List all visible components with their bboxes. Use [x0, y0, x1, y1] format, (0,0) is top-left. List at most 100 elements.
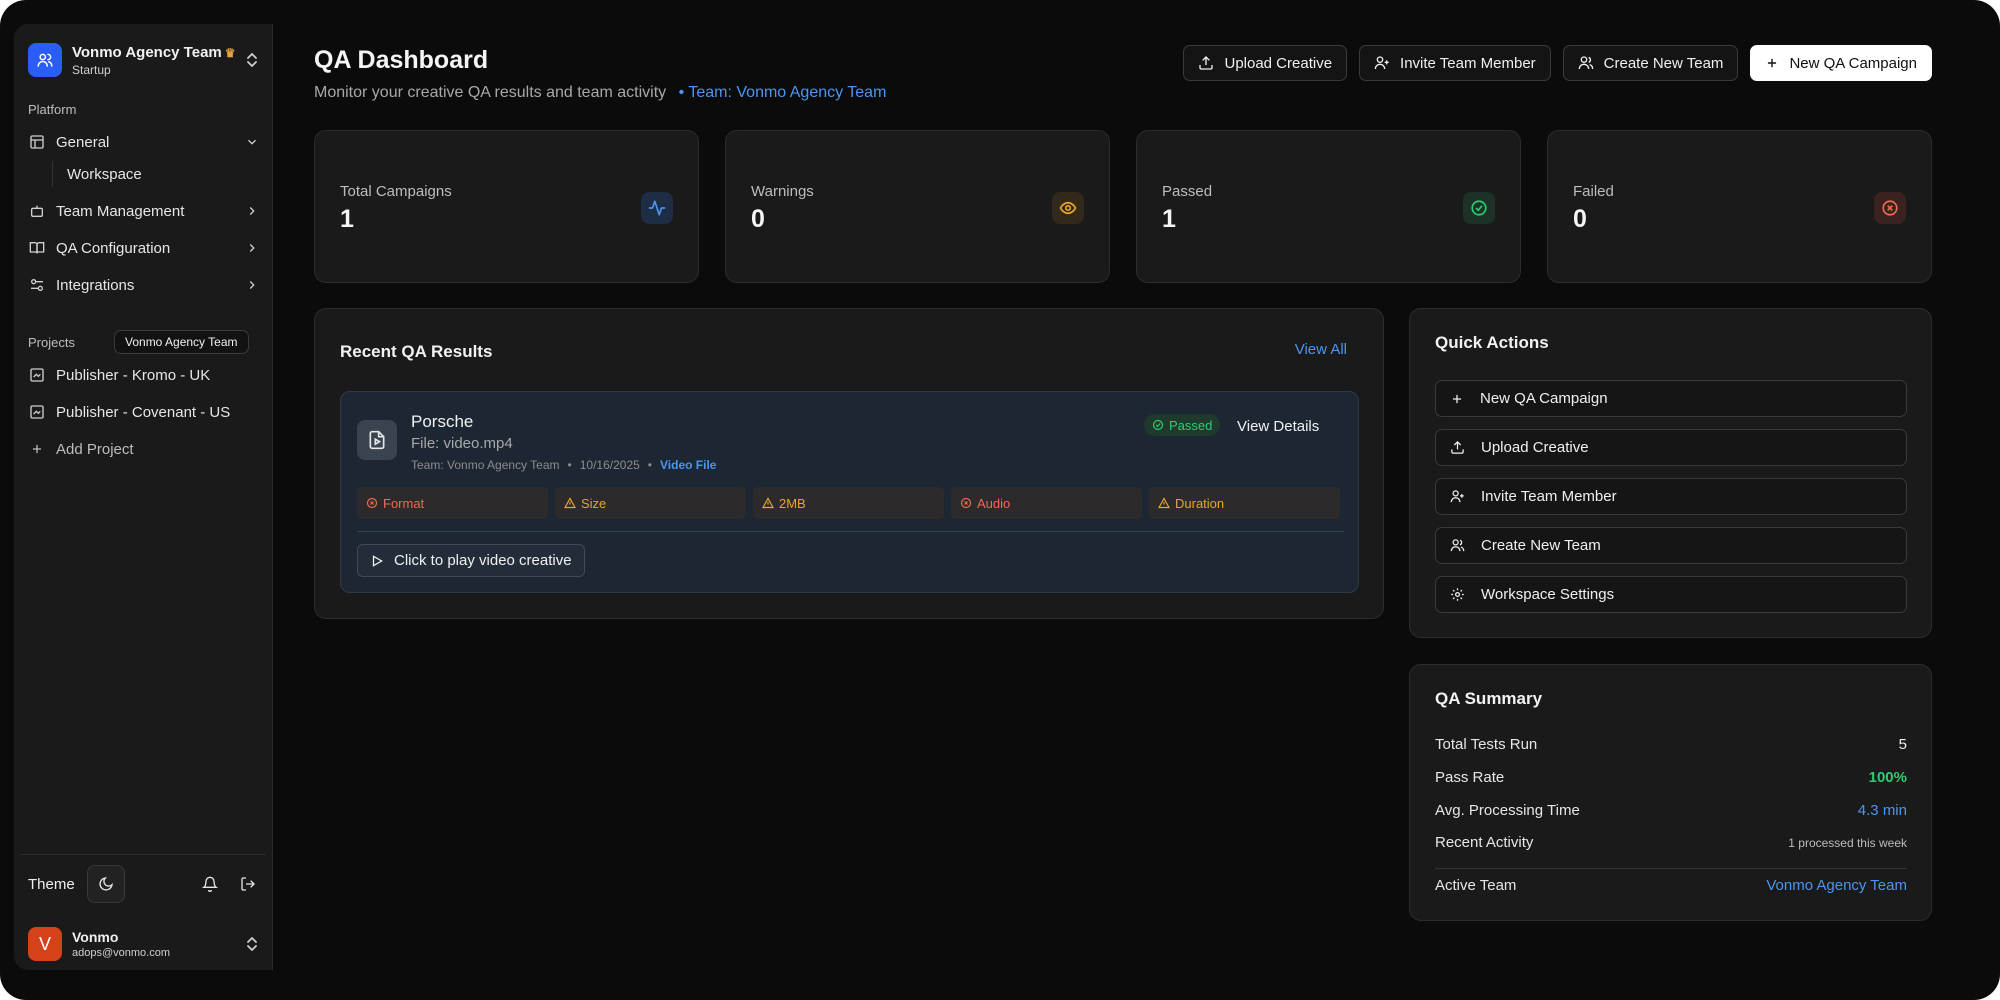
sidebar-item-team-management[interactable]: Team Management	[28, 196, 260, 226]
sidebar-subitem-workspace[interactable]: Workspace	[52, 161, 142, 187]
check-label: Duration	[1175, 495, 1225, 511]
platform-label: Platform	[28, 102, 77, 117]
crown-icon: ♛	[224, 45, 236, 60]
sliders-icon	[28, 276, 46, 294]
sidebar-item-label: Integrations	[56, 276, 135, 294]
summary-label: Pass Rate	[1435, 769, 1505, 786]
qa-result-item[interactable]: Porsche File: video.mp4 Team: Vonmo Agen…	[340, 391, 1359, 593]
stat-label: Passed	[1162, 183, 1213, 200]
summary-divider	[1435, 868, 1907, 869]
quick-action-label: Create New Team	[1481, 537, 1601, 554]
check-item-filesize: 2MB	[753, 487, 944, 519]
result-date: 10/16/2025	[579, 458, 640, 472]
project-label: Publisher - Kromo - UK	[56, 366, 211, 384]
quick-action-upload-creative[interactable]: Upload Creative	[1435, 429, 1907, 466]
view-all-link[interactable]: View All	[1295, 341, 1347, 358]
new-qa-campaign-button[interactable]: New QA Campaign	[1750, 45, 1932, 81]
chevron-down-icon	[244, 134, 260, 150]
stat-label: Warnings	[751, 183, 814, 200]
summary-label: Recent Activity	[1435, 834, 1534, 851]
quick-action-label: Upload Creative	[1481, 439, 1589, 456]
chevron-right-icon	[244, 277, 260, 293]
eye-icon	[1052, 192, 1084, 224]
warning-icon	[564, 497, 576, 509]
summary-value: 4.3 min	[1857, 802, 1907, 819]
result-file: File: video.mp4	[411, 435, 513, 452]
layout-icon	[28, 366, 46, 384]
summary-value: 5	[1898, 736, 1907, 753]
users-icon	[28, 43, 62, 77]
moon-icon	[99, 877, 113, 891]
sidebar-item-label: General	[56, 133, 110, 151]
quick-action-workspace-settings[interactable]: Workspace Settings	[1435, 576, 1907, 613]
summary-row-total-tests: Total Tests Run 5	[1435, 736, 1907, 753]
sidebar-item-qa-configuration[interactable]: QA Configuration	[28, 233, 260, 263]
invite-team-member-label: Invite Team Member	[1400, 54, 1536, 72]
users-icon	[1578, 56, 1593, 70]
add-project-label: Add Project	[56, 440, 134, 458]
check-item-duration: Duration	[1149, 487, 1340, 519]
quick-action-new-qa-campaign[interactable]: New QA Campaign	[1435, 380, 1907, 417]
result-name: Porsche	[411, 412, 474, 431]
upload-creative-button[interactable]: Upload Creative	[1183, 45, 1348, 81]
subtitle-text: Monitor your creative QA results and tea…	[314, 84, 667, 101]
quick-action-create-new-team[interactable]: Create New Team	[1435, 527, 1907, 564]
project-item[interactable]: Publisher - Covenant - US	[28, 397, 260, 427]
layout-icon	[28, 403, 46, 421]
check-label: Format	[383, 495, 425, 511]
theme-toggle-button[interactable]	[86, 865, 125, 903]
team-plan: Startup	[72, 62, 111, 77]
status-label: Passed	[1169, 417, 1213, 433]
check-item-size: Size	[555, 487, 746, 519]
sidebar-item-integrations[interactable]: Integrations	[28, 270, 260, 300]
book-icon	[28, 239, 46, 257]
project-label: Publisher - Covenant - US	[56, 403, 231, 421]
check-label: 2MB	[779, 495, 806, 511]
quick-action-invite-team-member[interactable]: Invite Team Member	[1435, 478, 1907, 515]
app-window: Vonmo Agency Team ♛ Startup Platform Gene…	[0, 0, 2000, 1000]
result-team: Team: Vonmo Agency Team	[411, 458, 560, 472]
check-label: Size	[581, 495, 607, 511]
team-switcher[interactable]: Vonmo Agency Team ♛ Startup	[28, 34, 260, 86]
summary-label: Total Tests Run	[1435, 736, 1538, 753]
new-qa-campaign-label: New QA Campaign	[1789, 54, 1917, 72]
project-item[interactable]: Publisher - Kromo - UK	[28, 360, 260, 390]
user-plus-icon	[1374, 56, 1389, 70]
logout-icon[interactable]	[236, 872, 260, 896]
quick-action-label: Workspace Settings	[1481, 586, 1615, 603]
page-title: QA Dashboard	[314, 46, 489, 74]
play-video-button[interactable]: Click to play video creative	[357, 544, 585, 577]
file-video-icon	[357, 420, 397, 460]
user-menu[interactable]: V Vonmo adops@vonmo.com	[28, 924, 260, 964]
add-project-button[interactable]: Add Project	[28, 434, 260, 464]
warning-icon	[1158, 497, 1170, 509]
active-team-link[interactable]: Team: Vonmo Agency Team	[688, 84, 886, 101]
upload-icon	[1199, 56, 1214, 70]
create-new-team-button[interactable]: Create New Team	[1562, 45, 1739, 81]
active-team-link[interactable]: Vonmo Agency Team	[1766, 877, 1907, 894]
x-circle-icon	[960, 497, 972, 509]
theme-row: Theme	[28, 864, 260, 904]
chevrons-up-down-icon	[244, 48, 260, 72]
play-video-label: Click to play video creative	[394, 552, 572, 569]
projects-team-badge[interactable]: Vonmo Agency Team	[114, 330, 249, 354]
result-type: Video File	[660, 458, 717, 472]
bell-icon[interactable]	[198, 872, 222, 896]
plus-icon	[28, 440, 46, 458]
page-subtitle: Monitor your creative QA results and tea…	[314, 84, 886, 102]
summary-label: Active Team	[1435, 877, 1517, 894]
result-divider	[357, 531, 1344, 532]
check-list: Format Size 2MB Audio Duration	[357, 487, 1340, 519]
warning-icon	[762, 497, 774, 509]
invite-team-member-button[interactable]: Invite Team Member	[1359, 45, 1551, 81]
sidebar-item-label: Team Management	[56, 202, 185, 220]
view-details-button[interactable]: View Details	[1225, 412, 1331, 440]
x-circle-icon	[366, 497, 378, 509]
quick-action-label: New QA Campaign	[1480, 390, 1608, 407]
quick-actions-card: Quick Actions New QA Campaign Upload Cre…	[1409, 308, 1932, 638]
meta-separator: •	[567, 458, 572, 472]
stat-value: 1	[340, 205, 354, 233]
avatar: V	[28, 927, 62, 961]
sidebar-item-general[interactable]: General	[28, 127, 260, 157]
summary-row-avg-time: Avg. Processing Time 4.3 min	[1435, 802, 1907, 819]
